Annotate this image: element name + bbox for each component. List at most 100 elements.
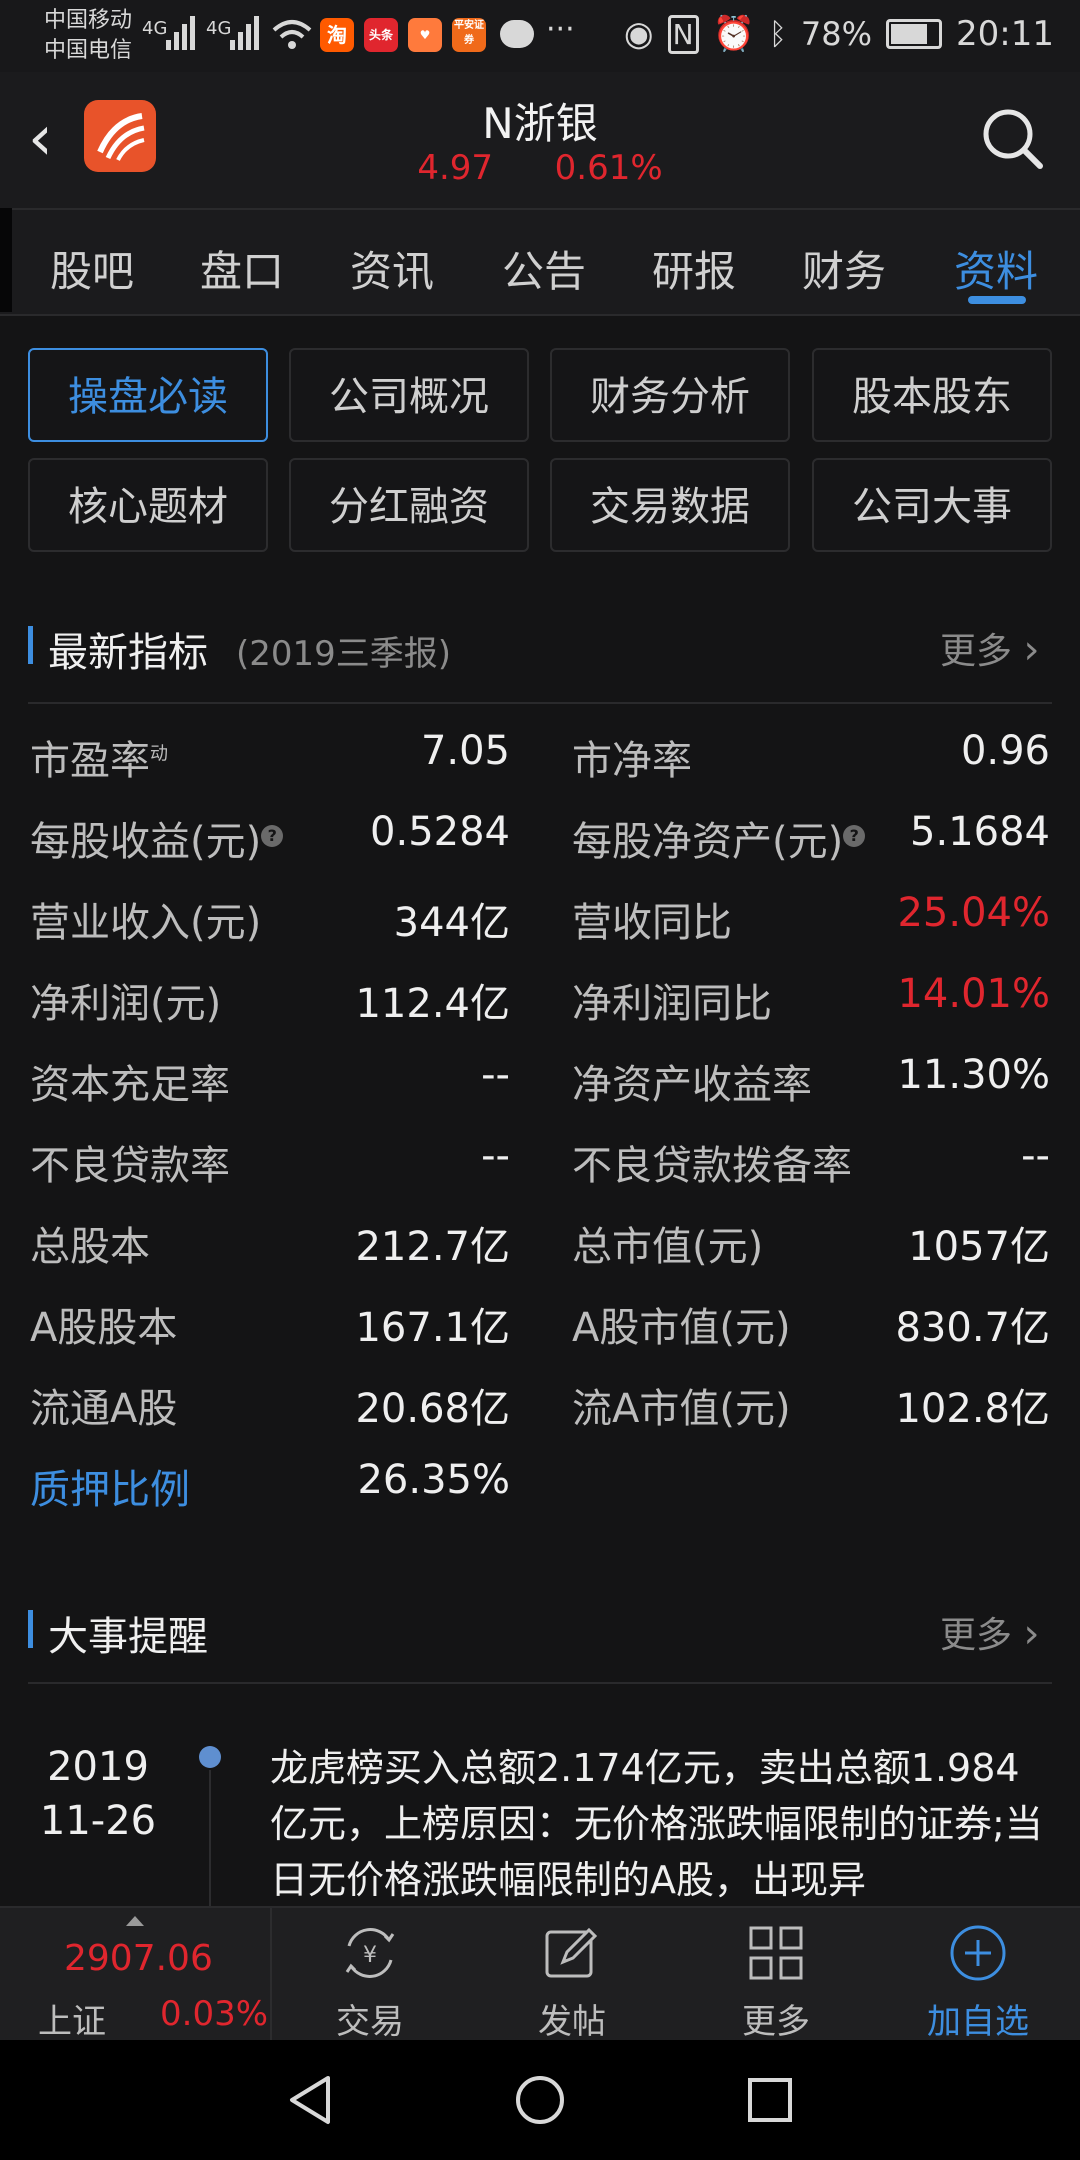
carrier-1: 中国移动 xyxy=(44,8,133,33)
value-float-a-market-cap: 102.8亿 xyxy=(895,1386,1050,1432)
index-change: 0.03% xyxy=(160,1994,269,2034)
chevron-right-icon: › xyxy=(1023,1611,1040,1657)
stock-price: 4.97 xyxy=(417,148,494,188)
value-pb: 0.96 xyxy=(960,728,1050,774)
more-button[interactable]: 更多 xyxy=(706,1908,846,2042)
nav-back-icon[interactable] xyxy=(286,2074,334,2126)
label-a-market-cap: A股市值(元) xyxy=(572,1305,791,1351)
section-divider xyxy=(28,702,1052,704)
indicators-more-link[interactable]: 更多 › xyxy=(940,622,1039,674)
value-bvps: 5.1684 xyxy=(910,809,1050,855)
value-market-cap: 1057亿 xyxy=(908,1224,1050,1270)
tab-profile[interactable]: 资料 xyxy=(954,238,1038,299)
carrier-2: 中国电信 xyxy=(44,38,133,63)
add-watchlist-button[interactable]: 加自选 xyxy=(908,1908,1048,2042)
value-provision-coverage: -- xyxy=(1021,1133,1050,1179)
label-pe: 市盈率动 xyxy=(30,728,168,786)
battery-icon xyxy=(886,19,943,49)
label-total-shares: 总股本 xyxy=(30,1224,150,1270)
tab-guba[interactable]: 股吧 xyxy=(50,238,134,299)
carrier-info: 中国移动 中国电信 xyxy=(44,6,132,66)
nav-recents-icon[interactable] xyxy=(746,2076,794,2124)
value-total-shares: 212.7亿 xyxy=(355,1224,510,1270)
section-accent-bar xyxy=(28,626,33,664)
eye-icon: ◉ xyxy=(623,14,654,54)
value-net-profit-yoy: 14.01% xyxy=(897,971,1050,1017)
value-revenue: 344亿 xyxy=(393,900,510,946)
wifi-icon xyxy=(272,20,312,49)
btn-company-overview[interactable]: 公司概况 xyxy=(289,348,529,442)
bottom-toolbar: 2907.06 上证 0.03% ¥ 交易 发帖 更多 加自选 xyxy=(0,1906,1080,2042)
edit-post-icon xyxy=(545,1927,598,1978)
index-value[interactable]: 2907.06 xyxy=(64,1938,213,1979)
value-roe: 11.30% xyxy=(897,1052,1050,1098)
events-more-link[interactable]: 更多 › xyxy=(940,1606,1039,1658)
label-capital-adequacy: 资本充足率 xyxy=(30,1062,230,1108)
more-notifications-icon: ··· xyxy=(546,12,575,47)
message-icon xyxy=(500,20,534,48)
stock-header: ‹ N浙银 4.97 0.61% xyxy=(0,72,1080,208)
system-nav-bar xyxy=(0,2040,1080,2160)
nfc-icon: N xyxy=(667,14,699,54)
trade-label: 交易 xyxy=(336,2002,404,2042)
yuan-glyph: ¥ xyxy=(363,1943,377,1968)
label-pb: 市净率 xyxy=(572,738,692,784)
btn-trading-must-read[interactable]: 操盘必读 xyxy=(28,348,268,442)
nav-home-icon[interactable] xyxy=(514,2074,566,2126)
value-float-a-shares: 20.68亿 xyxy=(355,1386,510,1432)
trade-yuan-icon: ¥ xyxy=(345,1928,395,1978)
section-accent-bar xyxy=(28,1610,33,1648)
value-eps: 0.5284 xyxy=(370,809,510,855)
signal-icon-1 xyxy=(166,16,195,50)
label-net-profit-yoy: 净利润同比 xyxy=(572,981,772,1027)
trade-button[interactable]: ¥ 交易 xyxy=(300,1908,440,2042)
active-tab-indicator xyxy=(968,296,1026,304)
label-text: 每股收益(元) xyxy=(30,819,262,865)
stock-name: N浙银 xyxy=(482,99,598,148)
label-eps: 每股收益(元)? xyxy=(30,809,284,867)
event-text[interactable]: 龙虎榜买入总额2.174亿元，卖出总额1.984亿元，上榜原因：无价格涨跌幅限制… xyxy=(270,1740,1056,1906)
index-name: 上证 xyxy=(38,2002,106,2042)
label-float-a-shares: 流通A股 xyxy=(30,1386,178,1432)
event-year: 2019 xyxy=(47,1744,149,1790)
battery-percent: 78% xyxy=(800,15,873,53)
post-label: 发帖 xyxy=(538,2002,606,2042)
tab-pankou[interactable]: 盘口 xyxy=(200,238,284,299)
search-icon[interactable] xyxy=(980,106,1044,170)
stock-change-pct: 0.61% xyxy=(554,148,663,188)
btn-dividends[interactable]: 分红融资 xyxy=(289,458,529,552)
label-revenue-yoy: 营收同比 xyxy=(572,900,732,946)
label-revenue: 营业收入(元) xyxy=(30,900,262,946)
help-icon[interactable]: ? xyxy=(261,824,284,847)
more-label: 更多 xyxy=(940,631,1013,672)
value-pe: 7.05 xyxy=(420,728,510,774)
tab-announcements[interactable]: 公告 xyxy=(502,238,586,299)
tab-left-edge xyxy=(0,208,12,312)
price-line: 4.97 0.61% xyxy=(0,148,1080,188)
btn-company-events[interactable]: 公司大事 xyxy=(812,458,1052,552)
toutiao-app-icon: 头条 xyxy=(364,18,398,52)
event-date: 2019 11-26 xyxy=(28,1740,168,1848)
post-button[interactable]: 发帖 xyxy=(502,1908,642,2042)
link-pledge-ratio[interactable]: 质押比例 xyxy=(30,1457,190,1515)
status-right: ◉ N ⏰ ᛒ 78% 20:11 xyxy=(624,14,1054,54)
more-label: 更多 xyxy=(940,1615,1013,1656)
tab-news[interactable]: 资讯 xyxy=(350,238,434,299)
timeline-line xyxy=(209,1770,211,1906)
bluetooth-icon: ᛒ xyxy=(768,16,787,52)
more-label: 更多 xyxy=(742,2002,810,2042)
expand-caret-icon[interactable] xyxy=(126,1916,144,1926)
label-roe: 净资产收益率 xyxy=(572,1062,812,1108)
dynamic-superscript: 动 xyxy=(150,743,168,765)
value-a-market-cap: 830.7亿 xyxy=(895,1305,1050,1351)
btn-shareholders[interactable]: 股本股东 xyxy=(812,348,1052,442)
btn-trading-data[interactable]: 交易数据 xyxy=(550,458,790,552)
label-market-cap: 总市值(元) xyxy=(572,1224,764,1270)
value-pledge-ratio: 26.35% xyxy=(357,1457,510,1503)
signal-icon-2 xyxy=(230,16,259,50)
tab-research[interactable]: 研报 xyxy=(652,238,736,299)
btn-financial-analysis[interactable]: 财务分析 xyxy=(550,348,790,442)
indicators-subtitle: (2019三季报) xyxy=(236,634,452,674)
btn-core-themes[interactable]: 核心题材 xyxy=(28,458,268,552)
tab-finance[interactable]: 财务 xyxy=(802,238,886,299)
